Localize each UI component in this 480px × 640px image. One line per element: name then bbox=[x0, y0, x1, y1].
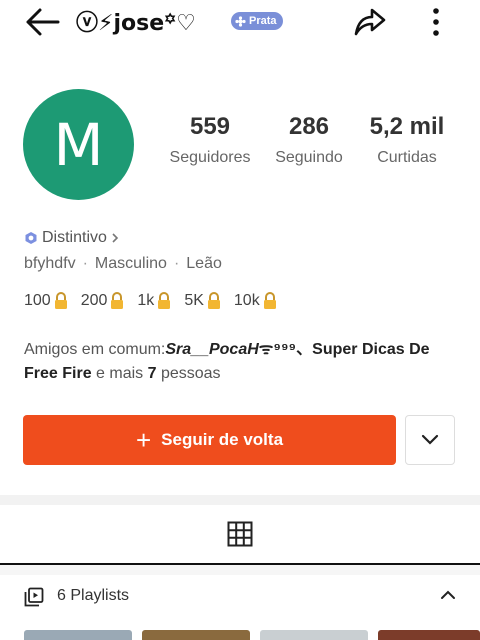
meta-separator: · bbox=[173, 255, 180, 272]
following-label: Seguindo bbox=[275, 149, 343, 166]
follow-back-label: Seguir de volta bbox=[161, 430, 284, 449]
mutual-friend-suffix: ᯤ⁹⁹⁹、 bbox=[258, 341, 313, 358]
tab-videos-grid[interactable] bbox=[0, 505, 480, 565]
mutual-friends-prefix: Amigos em comum: bbox=[24, 341, 166, 358]
vertical-dots-icon[interactable] bbox=[430, 6, 442, 38]
meta-separator: · bbox=[82, 255, 88, 272]
following-count: 286 bbox=[288, 113, 330, 140]
follow-back-button[interactable]: + Seguir de volta bbox=[23, 415, 396, 465]
meta-id: bfyhdfv bbox=[24, 255, 76, 272]
grid-icon bbox=[227, 521, 253, 547]
suggestions-dropdown-button[interactable] bbox=[405, 415, 455, 465]
followers-count: 559 bbox=[189, 113, 231, 140]
likes-count: 5,2 mil bbox=[369, 113, 445, 140]
profile-meta: bfyhdfv · Masculino · Leão bbox=[24, 255, 222, 273]
lock-icon bbox=[158, 292, 171, 309]
level-label: 10k bbox=[233, 292, 260, 309]
playlists-label: 6 Playlists bbox=[57, 587, 130, 604]
followers-stat[interactable]: 559 Seguidores bbox=[163, 112, 257, 168]
share-arrow-icon[interactable] bbox=[352, 4, 388, 38]
playlists-header[interactable]: 6 Playlists bbox=[0, 577, 480, 617]
chevron-right-icon bbox=[112, 233, 119, 243]
playlist-thumbnail[interactable] bbox=[260, 630, 368, 640]
plus-icon: + bbox=[135, 425, 152, 455]
level-item: 200 bbox=[81, 292, 126, 310]
chevron-down-icon bbox=[421, 434, 439, 445]
mutual-friends-middle: e mais bbox=[91, 365, 148, 382]
mutual-friends[interactable]: Amigos em comum:Sra__PocaHᯤ⁹⁹⁹、Super Dic… bbox=[24, 338, 464, 386]
lock-icon bbox=[54, 292, 67, 309]
level-locks: 100 200 1k 5K 10k bbox=[24, 292, 290, 310]
mutual-friends-suffix: pessoas bbox=[156, 365, 221, 382]
playlist-thumbnails bbox=[0, 630, 480, 640]
level-item: 1k bbox=[137, 292, 172, 310]
badge-icon bbox=[25, 232, 37, 244]
avatar-letter: M bbox=[53, 110, 104, 179]
level-badge[interactable]: Prata bbox=[231, 12, 283, 30]
level-item: 10k bbox=[234, 292, 278, 310]
level-item: 5K bbox=[184, 292, 222, 310]
level-label: 1k bbox=[137, 292, 155, 309]
badge-link-label: Distintivo bbox=[42, 229, 107, 246]
level-label: 100 bbox=[24, 292, 51, 309]
playlist-thumbnail[interactable] bbox=[24, 630, 132, 640]
lock-icon bbox=[263, 292, 276, 309]
section-divider bbox=[0, 495, 480, 505]
likes-stat: 5,2 mil Curtidas bbox=[362, 112, 452, 168]
lock-icon bbox=[111, 292, 124, 309]
following-stat[interactable]: 286 Seguindo bbox=[267, 112, 351, 168]
meta-gender: Masculino bbox=[94, 255, 167, 272]
badge-link[interactable]: Distintivo bbox=[24, 229, 120, 247]
likes-label: Curtidas bbox=[377, 149, 437, 166]
level-item: 100 bbox=[24, 292, 69, 310]
playlist-thumbnail[interactable] bbox=[142, 630, 250, 640]
top-bar: ⓥ⚡jose꙳♡ Prata bbox=[0, 0, 480, 44]
level-label: 200 bbox=[80, 292, 108, 309]
playlist-thumbnail[interactable] bbox=[378, 630, 480, 640]
mutual-friend-name: Sra__PocaH bbox=[165, 341, 259, 358]
avatar[interactable]: M bbox=[23, 89, 134, 200]
mutual-friends-count: 7 bbox=[147, 365, 157, 382]
lock-icon bbox=[207, 292, 220, 309]
playlist-icon bbox=[24, 587, 44, 607]
level-badge-label: Prata bbox=[249, 15, 277, 27]
chevron-up-icon[interactable] bbox=[440, 589, 456, 601]
followers-label: Seguidores bbox=[169, 149, 251, 166]
level-label: 5K bbox=[184, 292, 204, 309]
meta-zodiac: Leão bbox=[186, 255, 222, 272]
arrow-left-icon[interactable] bbox=[22, 6, 62, 38]
profile-username: ⓥ⚡jose꙳♡ bbox=[76, 11, 196, 36]
flower-icon bbox=[235, 15, 246, 27]
section-divider bbox=[0, 565, 480, 575]
